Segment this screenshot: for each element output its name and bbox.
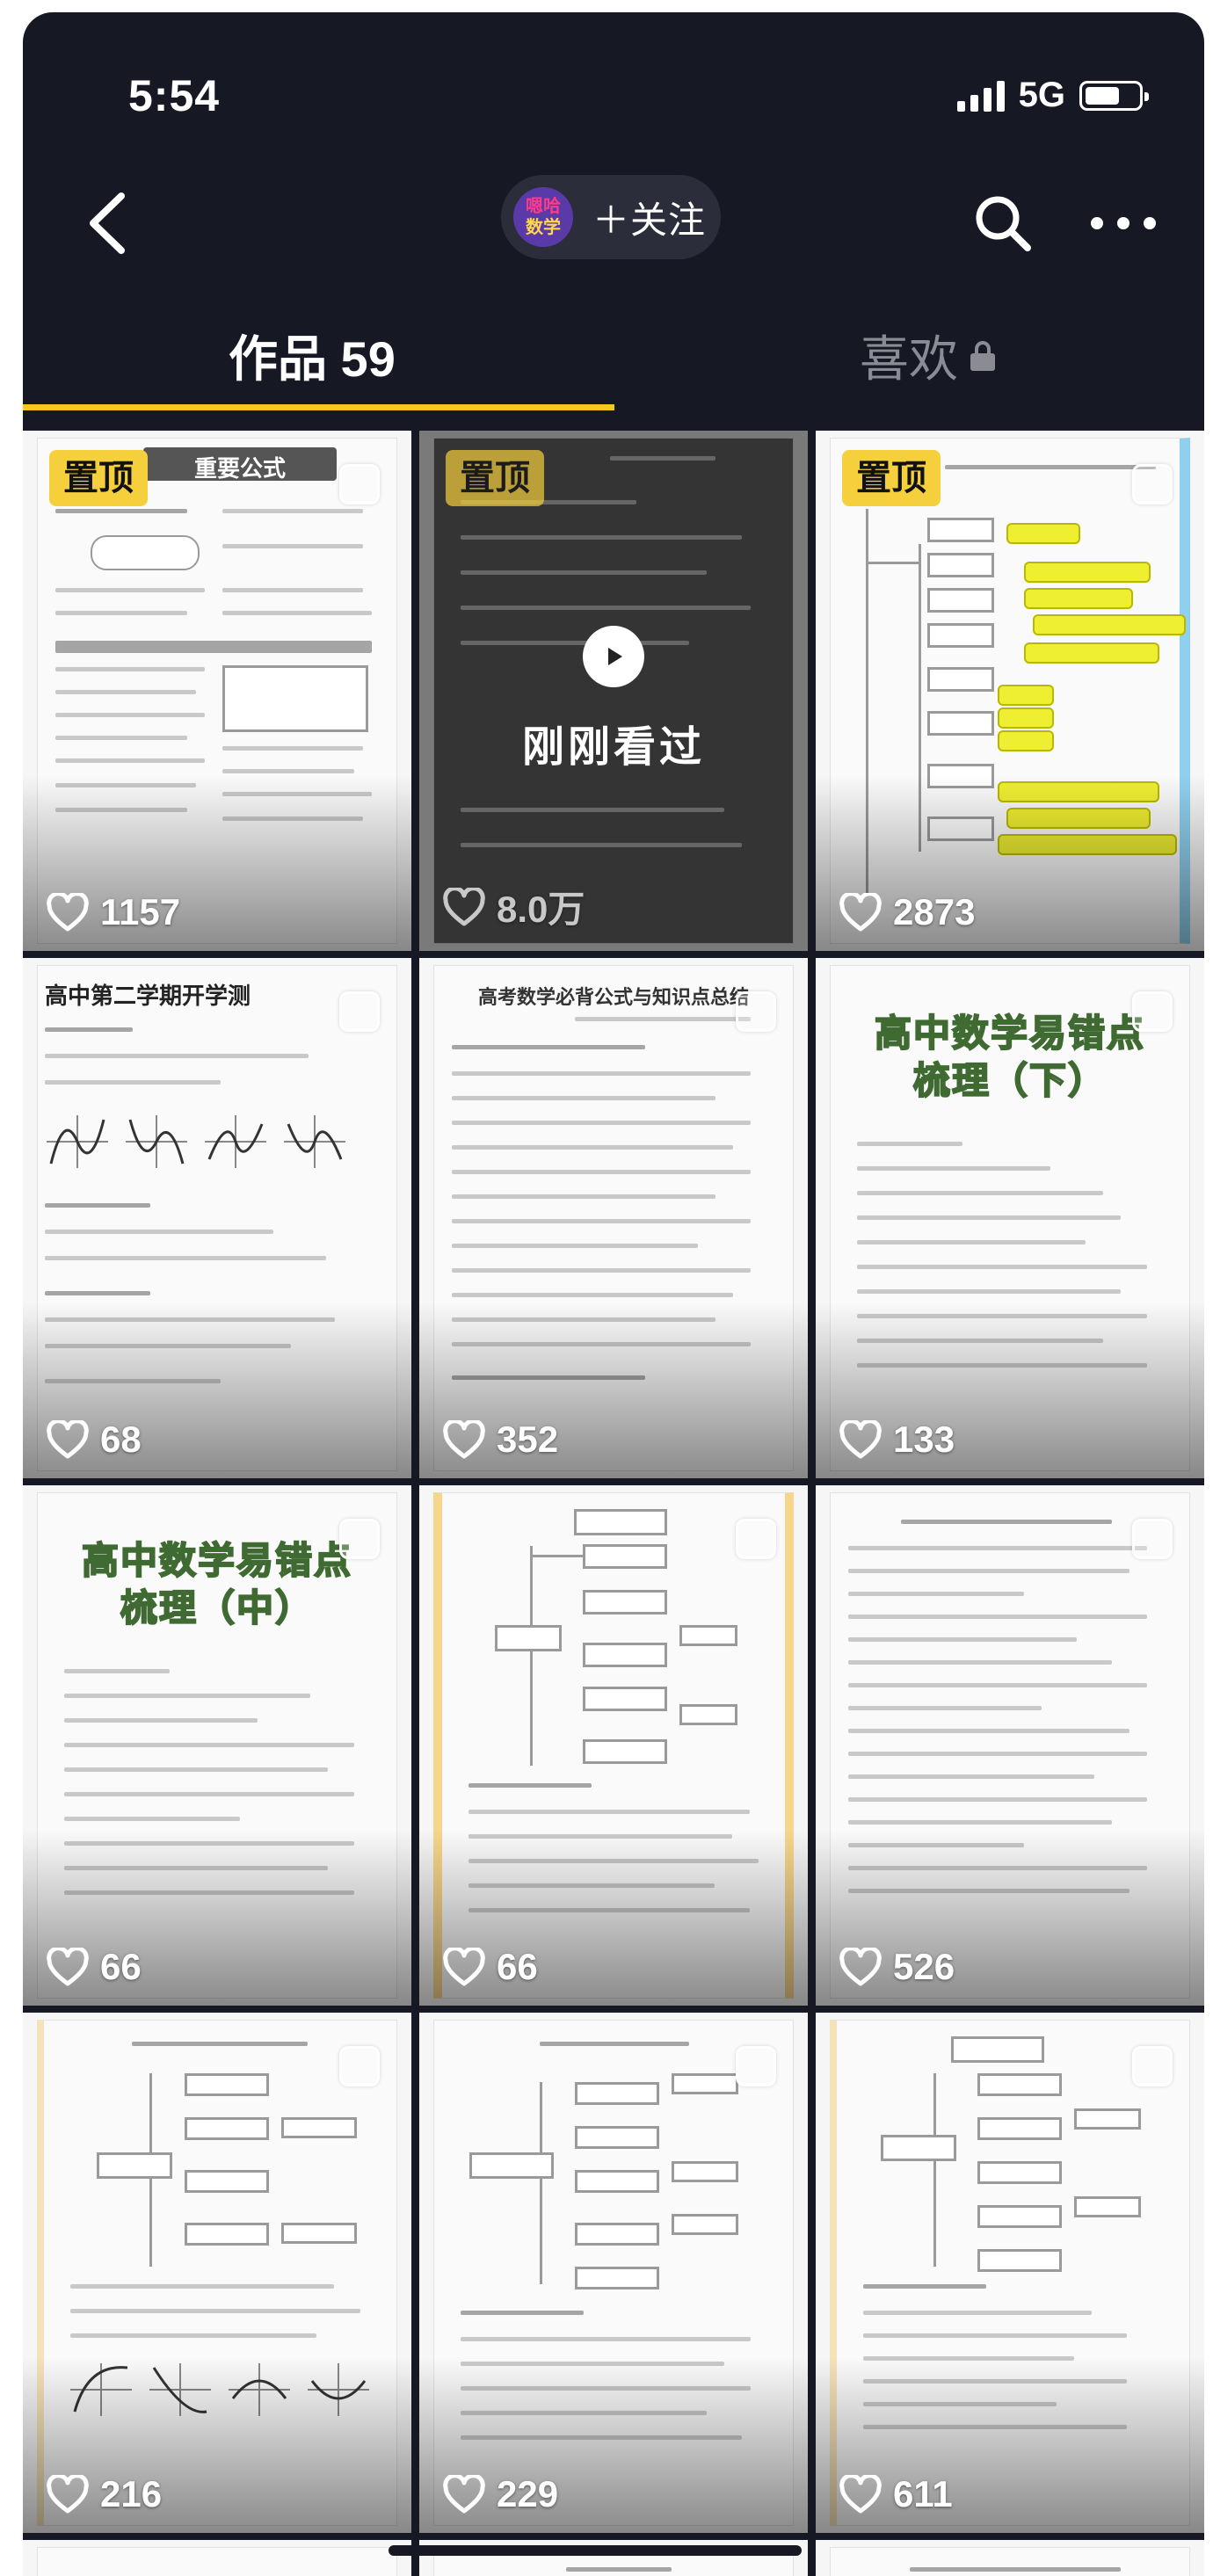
like-count-value: 229 bbox=[497, 2473, 559, 2514]
recently-viewed-label: 刚刚看过 bbox=[521, 724, 705, 771]
like-count: 229 bbox=[442, 2473, 558, 2515]
select-checkbox[interactable] bbox=[1132, 991, 1173, 1032]
tab-works[interactable]: 作品 59 bbox=[229, 320, 396, 391]
network-type: 5G bbox=[1018, 76, 1065, 114]
tab-likes-label: 喜欢 bbox=[860, 331, 958, 387]
heart-icon bbox=[47, 1420, 89, 1459]
like-count-value: 133 bbox=[893, 1419, 955, 1460]
signal-icon bbox=[956, 80, 1005, 112]
video-tile[interactable]: 66 bbox=[419, 1485, 808, 2006]
avatar-text-line2: 数学 bbox=[526, 218, 561, 237]
account-follow-pill[interactable]: 嗯哈 数学 ＋关注 bbox=[501, 175, 721, 259]
video-tile[interactable]: 高考数学必背公式与知识点总结 352 bbox=[419, 958, 808, 1478]
tile-thumbnail bbox=[830, 2547, 1190, 2576]
heart-icon bbox=[839, 893, 882, 932]
like-count-value: 66 bbox=[497, 1946, 538, 1987]
like-count: 1157 bbox=[46, 891, 180, 933]
select-checkbox[interactable] bbox=[1132, 464, 1173, 504]
tab-likes[interactable]: 喜欢 bbox=[860, 320, 995, 391]
like-count-value: 68 bbox=[100, 1419, 142, 1460]
video-tile[interactable]: 611 bbox=[816, 2013, 1204, 2533]
select-checkbox[interactable] bbox=[736, 1519, 776, 1559]
video-tile[interactable]: 高中数学易错点 梳理（下） 133 bbox=[816, 958, 1204, 1478]
select-checkbox[interactable] bbox=[339, 991, 380, 1032]
video-tile[interactable]: 526 bbox=[816, 1485, 1204, 2006]
select-checkbox[interactable] bbox=[1132, 2046, 1173, 2086]
follow-button[interactable]: ＋关注 bbox=[592, 191, 706, 244]
heart-icon bbox=[839, 2475, 882, 2514]
video-tile[interactable] bbox=[816, 2540, 1204, 2576]
doc-subtitle: 梳理（下） bbox=[912, 1059, 1107, 1102]
heart-icon bbox=[47, 1948, 89, 1986]
like-count: 611 bbox=[839, 2473, 953, 2515]
app-screen: 5:54 5G 嗯哈 数学 ＋关注 作品 59 喜欢 重要公式 置顶 1157 … bbox=[23, 12, 1204, 2576]
like-count: 133 bbox=[839, 1419, 955, 1461]
status-time: 5:54 bbox=[128, 71, 221, 120]
like-count-value: 216 bbox=[100, 2473, 163, 2514]
heart-icon bbox=[443, 1420, 485, 1459]
like-count: 66 bbox=[46, 1946, 142, 1988]
like-count: 66 bbox=[442, 1946, 538, 1988]
video-tile[interactable]: 高中第二学期开学测 68 bbox=[23, 958, 411, 1478]
video-grid: 重要公式 置顶 1157 置顶 刚刚看过 8.0万 置顶 2873 高中第二学期… bbox=[23, 431, 1204, 2576]
doc-title: 高中第二学期开学测 bbox=[45, 983, 251, 1010]
more-icon[interactable] bbox=[1086, 206, 1160, 241]
heart-icon bbox=[839, 1948, 882, 1986]
like-count-value: 611 bbox=[893, 2473, 953, 2514]
heart-icon bbox=[839, 1420, 882, 1459]
like-count: 526 bbox=[839, 1946, 955, 1988]
video-tile[interactable]: 229 bbox=[419, 2013, 808, 2533]
like-count-value: 352 bbox=[497, 1419, 559, 1460]
like-count-value: 8.0万 bbox=[497, 889, 585, 930]
like-count-value: 66 bbox=[100, 1946, 142, 1987]
video-tile[interactable] bbox=[23, 2540, 411, 2576]
heart-icon bbox=[443, 1948, 485, 1986]
home-indicator[interactable] bbox=[389, 2545, 802, 2556]
like-count: 216 bbox=[46, 2473, 162, 2515]
back-arrow-icon[interactable] bbox=[76, 184, 137, 263]
doc-title: 重要公式 bbox=[193, 455, 286, 482]
pinned-badge: 置顶 bbox=[842, 450, 941, 506]
video-tile[interactable]: 重要公式 置顶 1157 bbox=[23, 431, 411, 951]
video-tile[interactable]: 置顶 2873 bbox=[816, 431, 1204, 951]
heart-icon bbox=[443, 2475, 485, 2514]
avatar-text-line1: 嗯哈 bbox=[526, 197, 561, 216]
heart-icon bbox=[443, 887, 485, 925]
video-tile[interactable]: 高中数学易错点 梳理（中） 66 bbox=[23, 1485, 411, 2006]
pinned-badge: 置顶 bbox=[446, 450, 544, 506]
like-count-value: 1157 bbox=[100, 891, 181, 932]
select-checkbox[interactable] bbox=[736, 991, 776, 1032]
heart-icon bbox=[47, 2475, 89, 2514]
avatar[interactable]: 嗯哈 数学 bbox=[513, 187, 573, 247]
play-icon[interactable] bbox=[583, 626, 644, 687]
doc-subtitle: 梳理（中） bbox=[120, 1586, 314, 1629]
select-checkbox[interactable] bbox=[339, 464, 380, 504]
pinned-badge: 置顶 bbox=[49, 450, 148, 506]
lock-icon bbox=[970, 340, 995, 371]
like-count-value: 2873 bbox=[893, 891, 976, 932]
select-checkbox[interactable] bbox=[736, 2046, 776, 2086]
like-count: 352 bbox=[442, 1419, 558, 1461]
select-checkbox[interactable] bbox=[339, 1519, 380, 1559]
video-tile[interactable]: 置顶 刚刚看过 8.0万 bbox=[419, 431, 808, 951]
tile-thumbnail bbox=[37, 2547, 397, 2576]
like-count-value: 526 bbox=[893, 1946, 955, 1987]
status-indicators: 5G bbox=[956, 76, 1149, 115]
tab-indicator bbox=[23, 404, 614, 410]
like-count: 2873 bbox=[839, 891, 975, 933]
doc-title: 高考数学必背公式与知识点总结 bbox=[477, 986, 749, 1009]
video-tile[interactable]: 216 bbox=[23, 2013, 411, 2533]
select-checkbox[interactable] bbox=[339, 2046, 380, 2086]
search-icon[interactable] bbox=[972, 192, 1034, 254]
like-count: 68 bbox=[46, 1419, 142, 1461]
heart-icon bbox=[47, 893, 89, 932]
battery-icon bbox=[1079, 80, 1149, 111]
select-checkbox[interactable] bbox=[1132, 1519, 1173, 1559]
like-count: 8.0万 bbox=[442, 880, 585, 933]
